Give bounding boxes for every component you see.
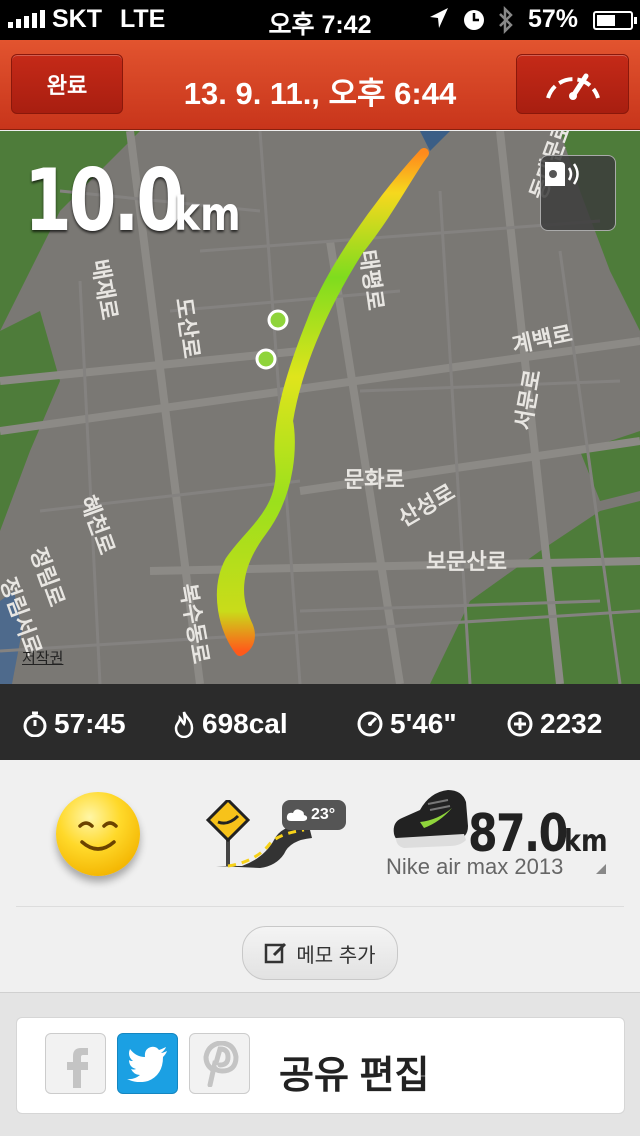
- share-area: 공유 편집: [0, 992, 640, 1136]
- map-copyright-link[interactable]: 저작권: [22, 647, 63, 668]
- shoe-distance-unit: km: [564, 824, 608, 859]
- share-edit-label[interactable]: 공유 편집: [279, 1044, 429, 1099]
- powersong-icon: [545, 162, 579, 186]
- status-bar: SKT LTE 오후 7:42 57%: [0, 0, 640, 40]
- run-distance-value: 10.0: [24, 151, 184, 251]
- run-distance: 10.0 km: [24, 151, 241, 251]
- battery-percent: 57%: [528, 5, 579, 33]
- alarm-clock-icon: [464, 10, 484, 30]
- battery-icon: [593, 11, 637, 30]
- pinterest-icon: [202, 1040, 239, 1087]
- run-summary-screen: SKT LTE 오후 7:42 57% 완료 13. 9. 11., 오후 6:…: [0, 0, 640, 1136]
- run-distance-unit: km: [174, 187, 241, 241]
- calories-value: 698cal: [202, 708, 288, 739]
- speedometer-icon: [545, 73, 600, 100]
- svg-text:정림로: 정림로: [24, 545, 68, 611]
- cloud-icon: [286, 809, 308, 821]
- route-marker-start[interactable]: [267, 309, 289, 331]
- run-route: [216, 148, 429, 656]
- pace-stat: 5'46": [356, 708, 457, 740]
- run-stats-bar: 57:45 698cal 5'46" 2232: [0, 684, 640, 760]
- mood-button[interactable]: [56, 792, 140, 876]
- twitter-share-button[interactable]: [117, 1033, 178, 1094]
- add-memo-button[interactable]: 메모 추가: [242, 926, 398, 980]
- route-marker-end[interactable]: [255, 348, 277, 370]
- location-icon: [430, 8, 448, 28]
- pace-gauge-icon: [357, 711, 383, 737]
- stopwatch-icon: [23, 711, 47, 737]
- shoe-selector[interactable]: Nike air max 2013: [386, 854, 563, 880]
- edit-note-icon: [265, 942, 287, 964]
- done-button[interactable]: 완료: [11, 54, 123, 114]
- add-memo-label: 메모 추가: [296, 944, 376, 967]
- river: [420, 131, 450, 151]
- facebook-icon: [66, 1047, 88, 1088]
- weather-badge[interactable]: 23°: [282, 800, 346, 830]
- svg-text:배재로: 배재로: [86, 258, 121, 322]
- facebook-share-button[interactable]: [45, 1033, 106, 1094]
- svg-text:문화로: 문화로: [344, 468, 405, 493]
- svg-text:서문로: 서문로: [511, 368, 546, 432]
- fuel-stat: 2232: [506, 708, 602, 740]
- speedometer-button[interactable]: [516, 54, 629, 114]
- duration-stat: 57:45: [22, 708, 126, 740]
- route-map[interactable]: 동대문로 배재로 도산로 태평로 계백로 문화로 산성로 서문로 보문산로 혜천…: [0, 131, 640, 684]
- happy-face-icon: [78, 821, 118, 851]
- bluetooth-icon: [499, 6, 513, 34]
- flame-icon: [174, 711, 194, 738]
- pace-value: 5'46": [390, 708, 457, 739]
- run-date-title: 13. 9. 11., 오후 6:44: [183, 76, 457, 111]
- twitter-bird-icon: [126, 1046, 167, 1082]
- pinterest-share-button[interactable]: [189, 1033, 250, 1094]
- share-card: 공유 편집: [16, 1017, 625, 1114]
- svg-text:복수동로: 복수동로: [174, 582, 213, 666]
- run-summary-panel: 23° 87.0 km Nike air max 2013 메모 추가: [0, 760, 640, 992]
- running-shoe-icon: [393, 790, 468, 848]
- divider: [16, 906, 624, 907]
- svg-text:보문산로: 보문산로: [426, 550, 507, 575]
- svg-text:도산로: 도산로: [170, 296, 203, 360]
- fuel-value: 2232: [540, 708, 603, 739]
- powersong-button[interactable]: [540, 155, 616, 231]
- nikefuel-icon: [507, 711, 533, 737]
- weather-temp: 23°: [311, 806, 336, 823]
- dropdown-corner-icon: [596, 864, 606, 874]
- calories-stat: 698cal: [172, 708, 288, 740]
- header-bar: 완료 13. 9. 11., 오후 6:44: [0, 40, 640, 130]
- duration-value: 57:45: [54, 708, 126, 739]
